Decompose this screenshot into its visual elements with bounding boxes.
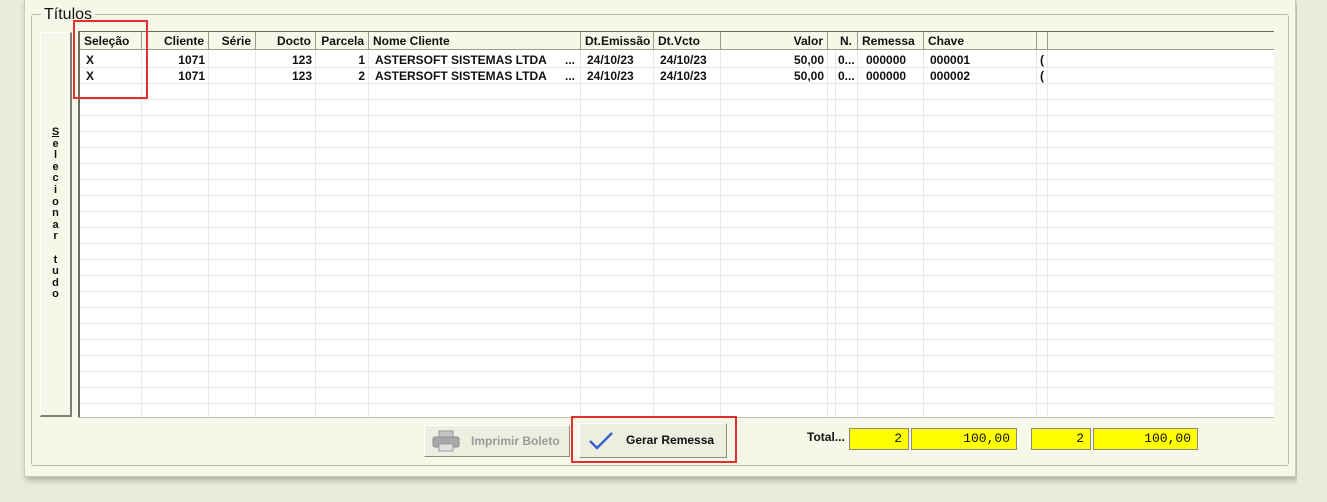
col-header-chave[interactable]: Chave — [924, 32, 1037, 50]
cell-selecao: X — [86, 69, 95, 83]
titles-grid[interactable]: Seleção Cliente Série Docto Parcela Nome… — [78, 31, 1274, 417]
grid-vline — [315, 50, 316, 417]
col-header-docto[interactable]: Docto — [256, 32, 316, 50]
cell-serie — [209, 52, 256, 68]
col-header-n[interactable]: N. — [836, 32, 858, 50]
grid-hline — [80, 83, 1274, 84]
grid-hline — [80, 243, 1274, 244]
gerar-remessa-button[interactable]: Gerar Remessa — [579, 423, 727, 458]
grid-hline — [80, 195, 1274, 196]
cell-n: 0... — [838, 53, 855, 67]
grid-hline — [80, 275, 1274, 276]
cell-docto: 123 — [291, 69, 312, 83]
total-value-field-1: 100,00 — [911, 428, 1017, 450]
grid-hline — [80, 99, 1274, 100]
print-boleto-button[interactable]: Imprimir Boleto — [424, 425, 570, 457]
cell-emissao: 24/10/23 — [587, 69, 634, 83]
grid-hline — [80, 323, 1274, 324]
total-count-field-2: 2 — [1031, 428, 1091, 450]
grid-vline — [720, 50, 721, 417]
grid-hline — [80, 387, 1274, 388]
grid-vline — [1036, 50, 1037, 417]
grid-hline — [80, 403, 1274, 404]
outer-background — [1297, 0, 1327, 502]
cell-cliente: 1071 — [178, 69, 205, 83]
grid-vline — [255, 50, 256, 417]
cell-nome-more: ... — [565, 53, 576, 67]
grid-hline — [80, 115, 1274, 116]
cell-parcela: 1 — [358, 53, 365, 67]
grid-hline — [80, 355, 1274, 356]
table-row[interactable]: X 1071 123 1 ASTERSOFT SISTEMAS LTDA ...… — [80, 52, 1274, 68]
cell-serie — [209, 68, 256, 84]
select-all-button[interactable]: Selecionartudo — [40, 32, 72, 417]
print-boleto-label: Imprimir Boleto — [471, 434, 560, 448]
col-header-extra — [1037, 32, 1048, 50]
grid-hline — [80, 147, 1274, 148]
grid-hline — [80, 291, 1274, 292]
cell-nome: ASTERSOFT SISTEMAS LTDA — [375, 69, 547, 83]
cell-remessa: 000000 — [866, 53, 907, 67]
col-header-cliente[interactable]: Cliente — [142, 32, 209, 50]
grid-vline — [368, 50, 369, 417]
col-header-vcto[interactable]: Dt.Vcto — [654, 32, 721, 50]
grid-hline — [80, 339, 1274, 340]
grid-vline — [208, 50, 209, 417]
grid-hline — [80, 307, 1274, 308]
select-all-label: Selecionartudo — [51, 126, 60, 301]
grid-hline — [80, 67, 1274, 68]
cell-chave: 000001 — [930, 53, 971, 67]
col-header-valor[interactable]: Valor — [721, 32, 828, 50]
group-title: Títulos — [41, 6, 96, 24]
grid-vline — [141, 50, 142, 417]
cell-n: 0... — [838, 69, 855, 83]
gerar-remessa-label: Gerar Remessa — [626, 433, 715, 447]
total-count-field-1: 2 — [849, 428, 909, 450]
cell-remessa: 000000 — [866, 69, 907, 83]
table-row[interactable]: X 1071 123 2 ASTERSOFT SISTEMAS LTDA ...… — [80, 68, 1274, 84]
total-value-field-2: 100,00 — [1093, 428, 1198, 450]
cell-vcto: 24/10/23 — [660, 69, 707, 83]
grid-vline — [835, 50, 836, 417]
grid-vline — [857, 50, 858, 417]
checkmark-icon — [589, 432, 613, 450]
printer-icon — [432, 430, 460, 452]
grid-vline — [1047, 50, 1048, 417]
grid-hline — [80, 163, 1274, 164]
col-header-filler — [1048, 32, 1274, 50]
col-header-selecao[interactable]: Seleção — [80, 32, 142, 50]
total-label: Total... — [807, 430, 845, 444]
cell-docto: 123 — [291, 53, 312, 67]
col-header-serie[interactable]: Série — [209, 32, 256, 50]
cell-nome: ASTERSOFT SISTEMAS LTDA — [375, 53, 547, 67]
grid-hline — [80, 211, 1274, 212]
grid-vline — [580, 50, 581, 417]
col-header-nome[interactable]: Nome Cliente — [369, 32, 581, 50]
grid-vline — [923, 50, 924, 417]
cell-chave: 000002 — [930, 69, 971, 83]
grid-bottom-border — [78, 417, 1274, 418]
cell-selecao: X — [86, 53, 95, 67]
col-header-remessa[interactable]: Remessa — [858, 32, 924, 50]
cell-valor: 50,00 — [793, 69, 824, 83]
col-header-parcela[interactable]: Parcela — [316, 32, 369, 50]
cell-valor: 50,00 — [793, 53, 824, 67]
cell-vcto: 24/10/23 — [660, 53, 707, 67]
col-header-emissao[interactable]: Dt.Emissão — [581, 32, 654, 50]
grid-hline — [80, 227, 1274, 228]
grid-hline — [80, 179, 1274, 180]
grid-hline — [80, 371, 1274, 372]
grid-hline — [80, 259, 1274, 260]
cell-parcela: 2 — [358, 69, 365, 83]
cell-cliente: 1071 — [178, 53, 205, 67]
cell-nome-more: ... — [565, 69, 576, 83]
grid-vline — [827, 50, 828, 417]
grid-vline — [653, 50, 654, 417]
cell-emissao: 24/10/23 — [587, 53, 634, 67]
grid-hline — [80, 131, 1274, 132]
